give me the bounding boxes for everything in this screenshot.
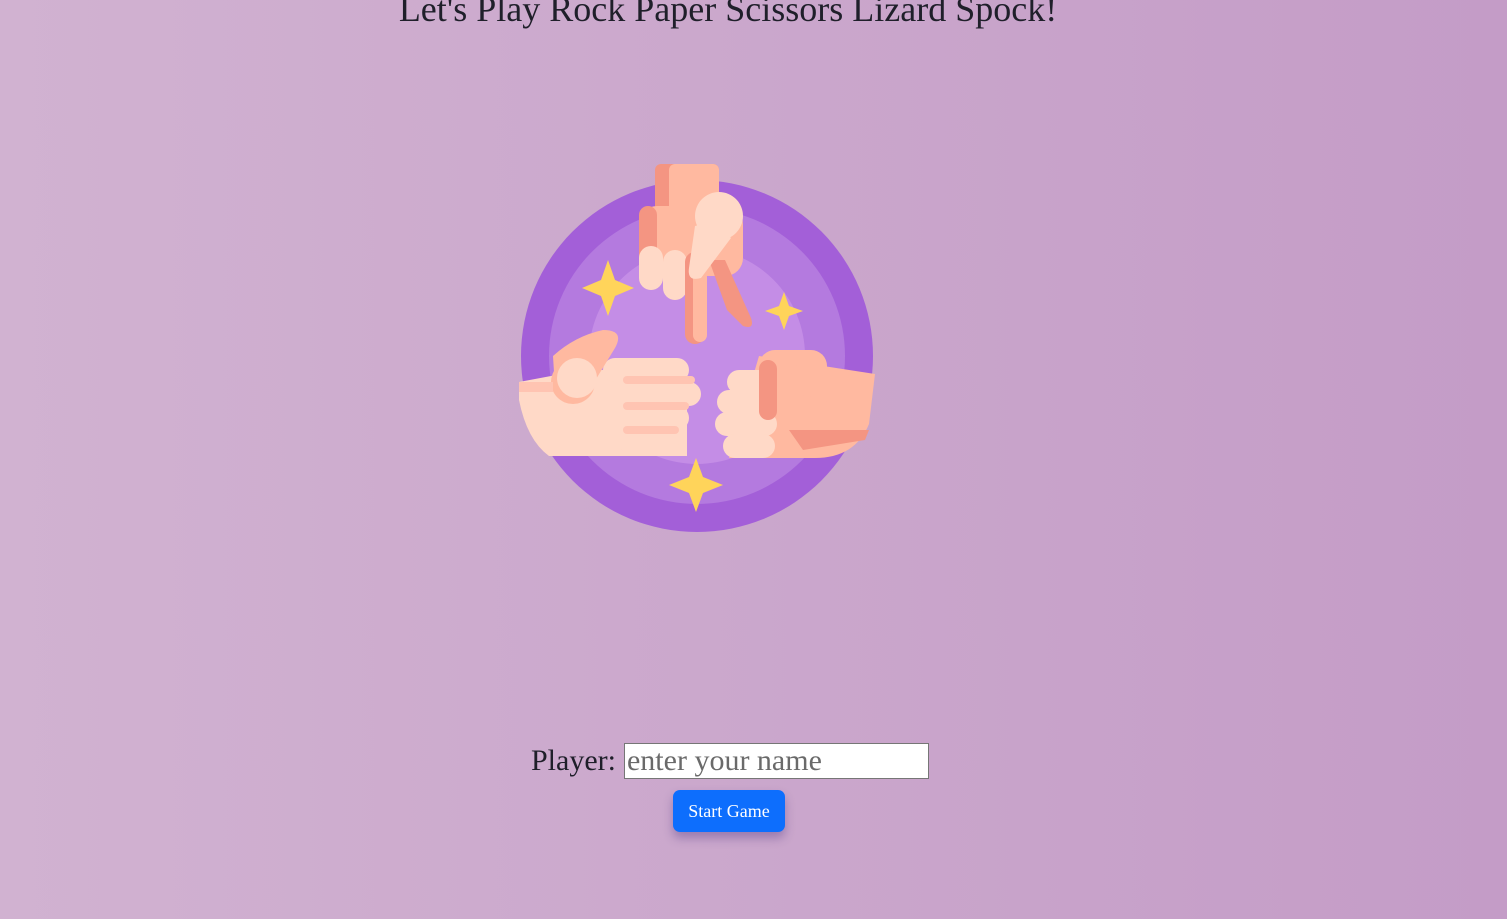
start-game-button[interactable]: Start Game [673, 790, 785, 832]
hero-illustration [519, 160, 875, 534]
player-label: Player: [531, 744, 616, 777]
rock-paper-scissors-hands-icon [519, 164, 875, 532]
page-title: Let's Play Rock Paper Scissors Lizard Sp… [398, 0, 1058, 29]
player-row: Player: [531, 743, 929, 779]
player-name-input[interactable] [623, 743, 929, 779]
